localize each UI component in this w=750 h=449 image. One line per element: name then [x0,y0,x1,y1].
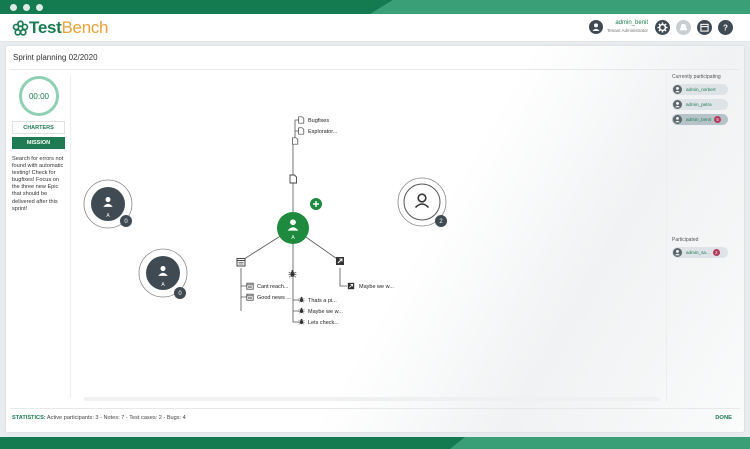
participant-name: admin_benit [686,117,712,122]
person-icon [675,101,680,108]
left-panel-divider [70,76,71,398]
note-label[interactable]: Good news ... [257,295,291,301]
tab-mission[interactable]: MISSION [12,137,65,149]
charter-doc-icon[interactable] [289,174,297,184]
charter-label[interactable]: Explorator... [308,129,338,135]
help-icon[interactable]: ? [718,20,733,35]
participant-badge: 2 [712,249,720,256]
user-role: Tenant Administrator [607,28,649,33]
session-card: Sprint planning 02/2020 00:00 CHARTERS M… [6,46,744,432]
logo-text-bench: Bench [61,18,109,37]
bug-label[interactable]: Maybe we w... [308,309,343,315]
bug-label[interactable]: Thats a pi... [308,298,337,304]
participant-name: admin_sa... [686,250,710,255]
notifications-icon[interactable] [676,20,691,35]
person-icon [675,86,680,93]
participant-node[interactable]: A 0 [83,179,133,229]
app-header: TestBench admin_benit Tenant Administrat… [0,14,750,42]
mission-text: Search for errors not found with automat… [12,156,64,212]
bugs-group-icon[interactable] [288,269,297,278]
user-menu[interactable]: admin_benit Tenant Administrator [589,19,648,35]
window-titlebar [0,0,750,14]
charter-item-icon[interactable] [298,127,305,135]
right-panel-divider [666,72,667,402]
currently-participating-title: Currently participating [672,74,721,80]
note-label[interactable]: Cant reach... [257,284,289,290]
done-button[interactable]: DONE [715,415,732,421]
statistics-text: Active participants: 3 - Notes: 7 - Test… [46,415,186,421]
user-name: admin_benit [615,20,649,26]
participant-avatar [673,85,682,94]
charter-doc-icon[interactable] [292,137,299,145]
statistics-label: STATISTICS: [12,415,46,421]
footer-divider [10,408,740,409]
participant-chip[interactable]: admin_norbert [672,84,728,95]
person-icon [592,23,600,31]
tab-charters[interactable]: CHARTERS [12,121,65,134]
bug-icon[interactable] [298,318,305,325]
user-avatar [589,20,603,34]
svg-text:?: ? [723,23,728,32]
testcase-icon[interactable] [347,282,355,290]
window-minimize-dot[interactable] [23,4,30,11]
participant-chip[interactable]: admin_benit 5 [672,114,728,125]
bug-icon[interactable] [298,296,305,303]
bug-label[interactable]: Lets check... [308,320,339,326]
notes-group-icon[interactable] [236,258,246,267]
participant-badge: 5 [714,116,722,123]
testcase-label[interactable]: Maybe we w... [359,284,394,290]
title-divider [10,69,740,70]
logo-text: TestBench [29,18,109,38]
window-maximize-dot[interactable] [36,4,43,11]
titlebar-accent [370,0,750,14]
note-icon[interactable] [246,293,254,301]
person-icon [675,116,680,123]
person-icon [675,249,680,256]
charter-item-icon[interactable] [298,116,305,124]
canvas-horizontal-scrollbar[interactable] [84,397,660,401]
participant-node[interactable]: A 0 [138,248,188,299]
center-participant-node[interactable]: A [277,212,309,244]
mindmap-canvas[interactable]: A 0 A 0 2 A Bugfixes Explorator... Cant … [72,72,666,402]
participant-avatar [673,100,682,109]
participant-avatar [673,115,682,124]
session-timer[interactable]: 00:00 [19,76,59,116]
bottom-bar [0,437,750,449]
testbench-logo[interactable]: TestBench [12,18,109,38]
timer-value: 00:00 [28,91,50,101]
logo-text-test: Test [29,18,62,37]
participant-node[interactable]: 2 [397,177,447,227]
page-title: Sprint planning 02/2020 [13,53,98,62]
bug-icon[interactable] [298,307,305,314]
participated-chip[interactable]: admin_sa... 2 [672,247,728,258]
participant-name: admin_norbert [686,87,716,92]
participant-avatar [673,248,682,257]
participated-title: Participated [672,237,699,243]
add-node-button[interactable] [310,198,322,210]
window-close-dot[interactable] [10,4,17,11]
participant-name: admin_petra [686,102,712,107]
bottom-bar-accent [450,437,750,449]
participant-chip[interactable]: admin_petra [672,99,728,110]
logo-flower-icon [12,19,29,36]
note-icon[interactable] [246,282,254,290]
testcases-group-icon[interactable] [335,256,345,266]
session-statistics: STATISTICS: Active participants: 3 - Not… [12,415,186,421]
calendar-icon[interactable] [697,20,712,35]
settings-icon[interactable] [655,20,670,35]
charter-label[interactable]: Bugfixes [308,118,329,124]
